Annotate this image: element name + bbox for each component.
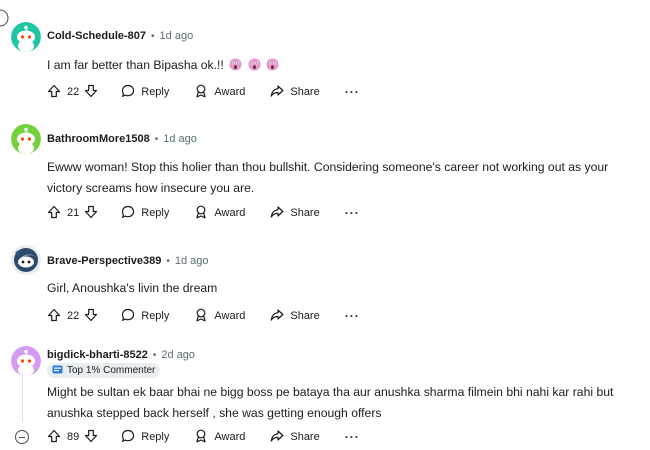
award-icon — [194, 429, 214, 446]
reply-icon — [121, 429, 141, 446]
share-label: Share — [290, 310, 320, 322]
thread-collapse-partial — [0, 0, 10, 35]
reply-icon — [121, 205, 141, 222]
avatar[interactable] — [11, 22, 41, 52]
separator: • — [151, 30, 155, 42]
award-button[interactable]: Award — [194, 205, 245, 222]
award-icon — [194, 84, 214, 101]
award-label: Award — [214, 431, 246, 443]
reply-button[interactable]: Reply — [121, 84, 169, 101]
award-button[interactable]: Award — [194, 429, 245, 446]
award-label: Award — [214, 207, 246, 219]
vote-count: 89 — [67, 431, 80, 443]
avatar[interactable] — [11, 245, 41, 275]
timestamp[interactable]: 2d ago — [161, 349, 195, 361]
more-options-button[interactable]: ··· — [345, 85, 360, 99]
upvote-icon[interactable] — [47, 205, 61, 222]
upvote-icon[interactable] — [47, 429, 61, 446]
downvote-icon[interactable] — [84, 429, 98, 446]
more-options-button[interactable]: ··· — [345, 430, 360, 444]
vote-count: 21 — [67, 207, 80, 219]
timestamp[interactable]: 1d ago — [163, 133, 197, 145]
comment-actions: 22 Reply Award Share ··· — [47, 82, 360, 102]
comment-header: bigdick-bharti-8522 • 2d ago — [47, 349, 195, 361]
username[interactable]: Brave-Perspective389 — [47, 255, 161, 267]
award-icon — [194, 308, 214, 325]
share-icon — [270, 308, 290, 325]
scream-emoji — [248, 57, 261, 78]
comment-text-content: I am far better than Bipasha ok.!! — [47, 58, 224, 72]
reply-label: Reply — [141, 207, 170, 219]
reply-label: Reply — [141, 431, 170, 443]
vote-group: 22 — [47, 308, 98, 325]
share-button[interactable]: Share — [270, 84, 320, 101]
reply-button[interactable]: Reply — [121, 308, 169, 325]
share-icon — [270, 429, 290, 446]
reply-icon — [121, 84, 141, 101]
avatar[interactable] — [11, 346, 41, 376]
share-button[interactable]: Share — [270, 205, 320, 222]
comment-actions: 21 Reply Award Share ··· — [47, 203, 360, 223]
badge-label: Top 1% Commenter — [67, 365, 156, 376]
award-icon — [194, 205, 214, 222]
award-label: Award — [214, 310, 246, 322]
separator: • — [166, 255, 170, 267]
vote-group: 22 — [47, 84, 98, 101]
share-icon — [270, 205, 290, 222]
reply-button[interactable]: Reply — [121, 205, 169, 222]
timestamp[interactable]: 1d ago — [160, 30, 194, 42]
vote-count: 22 — [67, 86, 80, 98]
timestamp[interactable]: 1d ago — [175, 255, 209, 267]
more-options-button[interactable]: ··· — [345, 206, 360, 220]
comment-actions: 89 Reply Award Share ··· — [47, 427, 360, 447]
avatar[interactable] — [11, 124, 41, 154]
reply-icon — [121, 308, 141, 325]
separator: • — [152, 349, 157, 361]
comment-actions: 22 Reply Award Share ··· — [47, 306, 360, 326]
comment-text: Girl, Anoushka's livin the dream — [47, 281, 218, 295]
reply-button[interactable]: Reply — [121, 429, 169, 446]
separator: • — [154, 133, 159, 145]
share-label: Share — [290, 431, 320, 443]
award-button[interactable]: Award — [194, 84, 245, 101]
top-commenter-badge: Top 1% Commenter — [47, 363, 161, 378]
award-label: Award — [214, 86, 246, 98]
username[interactable]: Cold-Schedule-807 — [47, 30, 146, 42]
collapse-thread-button[interactable] — [15, 430, 29, 444]
comment-header: Cold-Schedule-807 • 1d ago — [47, 30, 193, 42]
comment-text: I am far better than Bipasha ok.!! — [47, 55, 637, 78]
award-button[interactable]: Award — [194, 308, 245, 325]
share-button[interactable]: Share — [270, 308, 320, 325]
upvote-icon[interactable] — [47, 84, 61, 101]
downvote-icon[interactable] — [84, 205, 98, 222]
downvote-icon[interactable] — [84, 308, 98, 325]
vote-group: 21 — [47, 205, 98, 222]
reply-label: Reply — [141, 310, 170, 322]
upvote-icon[interactable] — [47, 308, 61, 325]
share-icon — [270, 84, 290, 101]
share-button[interactable]: Share — [270, 429, 320, 446]
username[interactable]: BathroomMore1508 — [47, 133, 150, 145]
thread-line[interactable] — [22, 372, 23, 422]
scream-emoji — [266, 57, 279, 78]
share-label: Share — [290, 207, 320, 219]
comment-text: Ewww woman! Stop this holier than thou b… — [47, 160, 609, 195]
vote-count: 22 — [67, 310, 80, 322]
reply-label: Reply — [141, 86, 170, 98]
downvote-icon[interactable] — [84, 84, 98, 101]
scream-emoji — [229, 57, 242, 78]
comment-text: Might be sultan ek baar bhai ne bigg bos… — [47, 385, 614, 420]
more-options-button[interactable]: ··· — [345, 309, 360, 323]
comment-header: Brave-Perspective389 • 1d ago — [47, 255, 209, 267]
badge-icon — [52, 365, 67, 377]
comment-header: BathroomMore1508 • 1d ago — [47, 133, 197, 145]
share-label: Share — [290, 86, 320, 98]
username[interactable]: bigdick-bharti-8522 — [47, 349, 148, 361]
vote-group: 89 — [47, 429, 98, 446]
